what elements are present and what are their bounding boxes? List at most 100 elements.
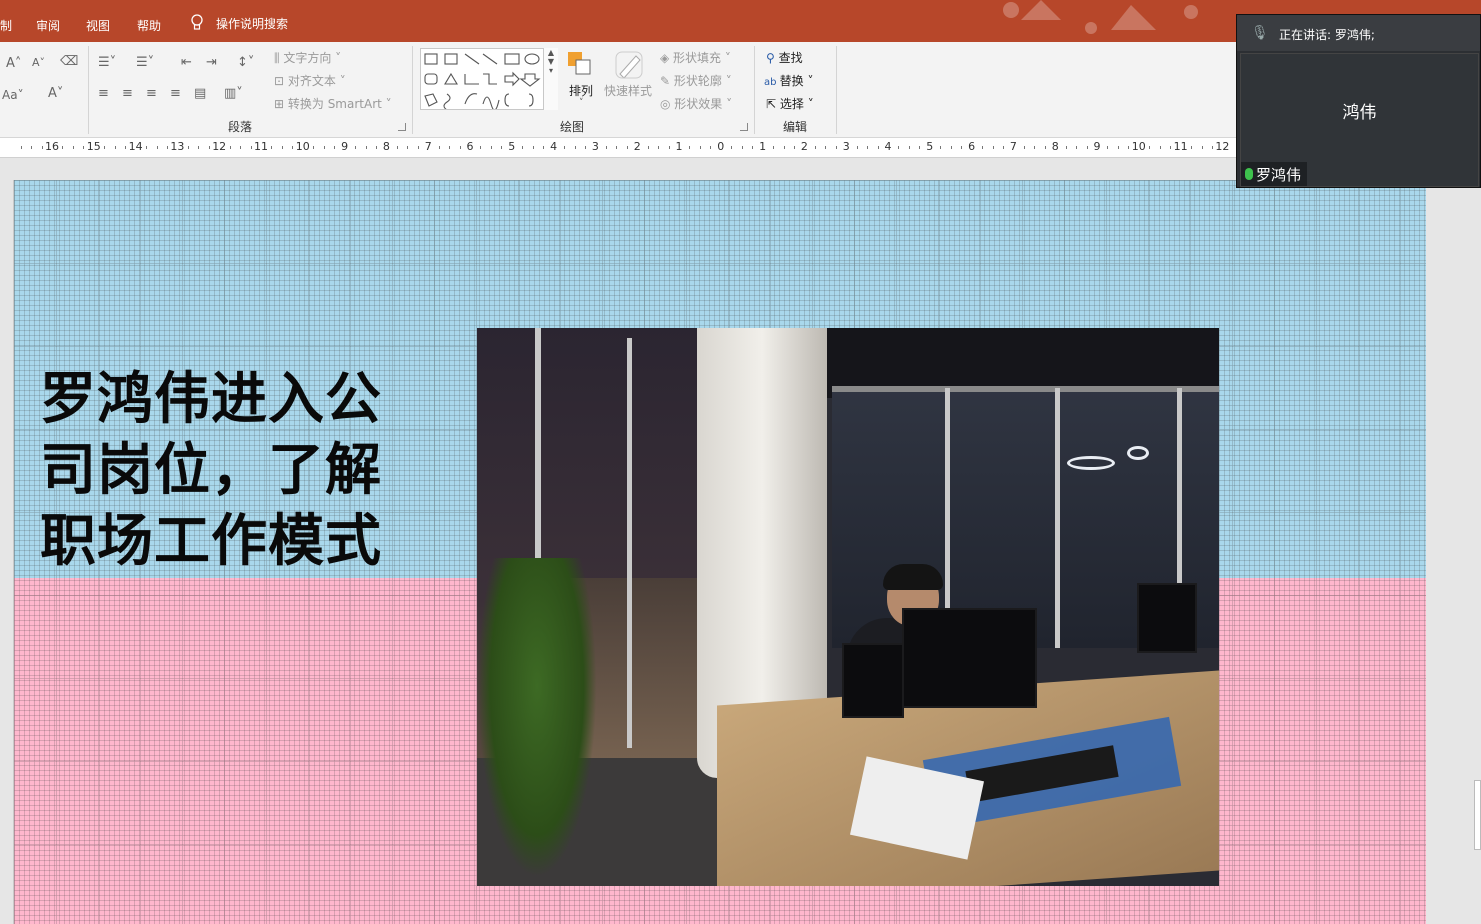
- tab-help[interactable]: 帮助: [137, 17, 161, 34]
- convert-smartart-label: 转换为 SmartArt: [287, 97, 382, 111]
- shapes-gallery-scroll[interactable]: ▲ ▼ ▾: [543, 48, 558, 110]
- select-button[interactable]: ⇱ 选择 ˅: [766, 95, 814, 112]
- replace-label: 替换: [779, 74, 804, 88]
- ruler-tick: [564, 146, 566, 149]
- shape-effects-button[interactable]: ◎ 形状效果 ˅: [660, 95, 732, 112]
- grow-font-icon[interactable]: A˄: [6, 56, 21, 71]
- ruler-tick: [187, 146, 189, 149]
- paragraph-dialog-launcher[interactable]: [398, 123, 406, 131]
- decrease-indent-icon[interactable]: ⇤: [181, 55, 192, 70]
- columns-icon[interactable]: ▥˅: [224, 86, 243, 101]
- meeting-panel[interactable]: 🎙 正在讲话: 罗鸿伟; 鸿伟 罗鸿伟: [1236, 14, 1481, 188]
- align-center-icon[interactable]: ≡: [122, 86, 133, 101]
- shape-outline-button[interactable]: ✎ 形状轮廓 ˅: [660, 72, 732, 89]
- ruler-tick: [1034, 146, 1036, 149]
- horizontal-ruler[interactable]: 16 15 14 13 12 11 10 9 8 7 6 5 4 3 2 1 0 1 2 3 4 5 6 7 8 9 10 11 12: [0, 138, 1236, 158]
- ruler-tick: [449, 146, 451, 149]
- replace-button[interactable]: ab 替换 ˅: [764, 72, 814, 89]
- meeting-status-bar: 🎙 正在讲话: 罗鸿伟;: [1237, 15, 1480, 51]
- vertical-scrollbar[interactable]: [1474, 780, 1481, 850]
- slide-title[interactable]: 罗鸿伟进入公司岗位，了解职场工作模式: [40, 364, 410, 577]
- text-direction-icon: ⫼: [274, 51, 284, 65]
- separator: [412, 46, 413, 134]
- ruler-tick: [166, 146, 168, 149]
- ruler-label: 1: [675, 140, 683, 153]
- ruler-tick: [919, 146, 921, 149]
- clear-format-icon[interactable]: ⌫: [60, 54, 78, 69]
- ruler-tick: [1076, 146, 1078, 149]
- drawing-dialog-launcher[interactable]: [740, 123, 748, 131]
- ruler-tick: [584, 146, 586, 149]
- convert-smartart-button[interactable]: ⊞ 转换为 SmartArt ˅: [274, 95, 392, 112]
- justify-icon[interactable]: ≡: [170, 86, 181, 101]
- search-icon: ⚲: [766, 51, 779, 65]
- ruler-tick: [1002, 146, 1004, 149]
- ruler-label: 5: [926, 140, 934, 153]
- ruler-label: 1: [759, 140, 767, 153]
- ruler-tick: [1086, 146, 1088, 149]
- distributed-icon[interactable]: ▤: [194, 86, 206, 101]
- ruler-tick: [793, 146, 795, 149]
- arrange-button[interactable]: 排列 ˅: [566, 50, 596, 108]
- shape-outline-label: 形状轮廓: [673, 74, 722, 88]
- cursor-icon: ⇱: [766, 97, 780, 111]
- align-right-icon[interactable]: ≡: [146, 86, 157, 101]
- shrink-font-icon[interactable]: A˅: [32, 56, 45, 69]
- ruler-tick: [940, 146, 942, 149]
- select-dropdown-icon: ˅: [807, 97, 814, 111]
- tab-view[interactable]: 视图: [86, 17, 110, 34]
- line-spacing-icon[interactable]: ↕˅: [237, 55, 254, 70]
- ruler-tick: [1128, 146, 1130, 149]
- increase-indent-icon[interactable]: ⇥: [206, 55, 217, 70]
- find-label: 查找: [778, 51, 803, 65]
- participant-display-name: 鸿伟: [1342, 103, 1377, 123]
- ruler-label: 3: [842, 140, 850, 153]
- tab-review[interactable]: 审阅: [36, 17, 60, 34]
- shape-fill-label: 形状填充: [673, 51, 722, 65]
- photo-plant: [477, 558, 597, 878]
- ruler-tick: [396, 146, 398, 149]
- ruler-tick: [616, 146, 618, 149]
- ruler-tick: [626, 146, 628, 149]
- ruler-tick: [658, 146, 660, 149]
- office-photo[interactable]: [477, 328, 1219, 886]
- ruler-tick: [334, 146, 336, 149]
- ruler-tick: [208, 146, 210, 149]
- tell-me-search[interactable]: 操作说明搜索: [190, 14, 288, 32]
- ruler-tick: [198, 146, 200, 149]
- ruler-tick: [292, 146, 294, 149]
- separator: [836, 46, 837, 134]
- quick-styles-icon: [615, 51, 643, 79]
- ruler-tick: [710, 146, 712, 149]
- ruler-tick: [1170, 146, 1172, 149]
- text-direction-button[interactable]: ⫼ 文字方向 ˅: [274, 49, 341, 66]
- ruler-tick: [438, 146, 440, 149]
- quick-styles-button[interactable]: 快速样式: [604, 50, 654, 98]
- ruler-tick: [783, 146, 785, 149]
- shapes-gallery[interactable]: [420, 48, 558, 111]
- ruler-tick: [365, 146, 367, 149]
- change-case-icon[interactable]: Aa˅: [2, 88, 24, 102]
- ruler-label: 6: [466, 140, 474, 153]
- ruler-tick: [877, 146, 879, 149]
- shape-fill-button[interactable]: ◈ 形状填充 ˅: [660, 49, 731, 66]
- smartart-icon: ⊞: [274, 97, 288, 111]
- find-button[interactable]: ⚲ 查找: [766, 49, 803, 66]
- ruler-tick: [114, 146, 116, 149]
- ruler-tick: [1149, 146, 1151, 149]
- font-color-icon[interactable]: A˅: [48, 86, 63, 101]
- quick-styles-label: 快速样式: [604, 84, 653, 98]
- numbering-icon[interactable]: ☰˅: [136, 55, 154, 70]
- replace-dropdown-icon: ˅: [807, 74, 814, 88]
- effects-icon: ◎: [660, 97, 675, 111]
- tab-transitions-partial[interactable]: 制: [0, 17, 12, 34]
- ruler-tick: [323, 146, 325, 149]
- bullets-icon[interactable]: ☰˅: [98, 55, 116, 70]
- photo-monitor: [1137, 583, 1197, 653]
- align-left-icon[interactable]: ≡: [98, 86, 109, 101]
- ruler-tick: [1065, 146, 1067, 149]
- ruler-label: 8: [1051, 140, 1059, 153]
- participant-video[interactable]: 鸿伟 罗鸿伟: [1240, 53, 1479, 187]
- ruler-tick: [41, 146, 43, 149]
- align-text-button[interactable]: ⊡ 对齐文本 ˅: [274, 72, 346, 89]
